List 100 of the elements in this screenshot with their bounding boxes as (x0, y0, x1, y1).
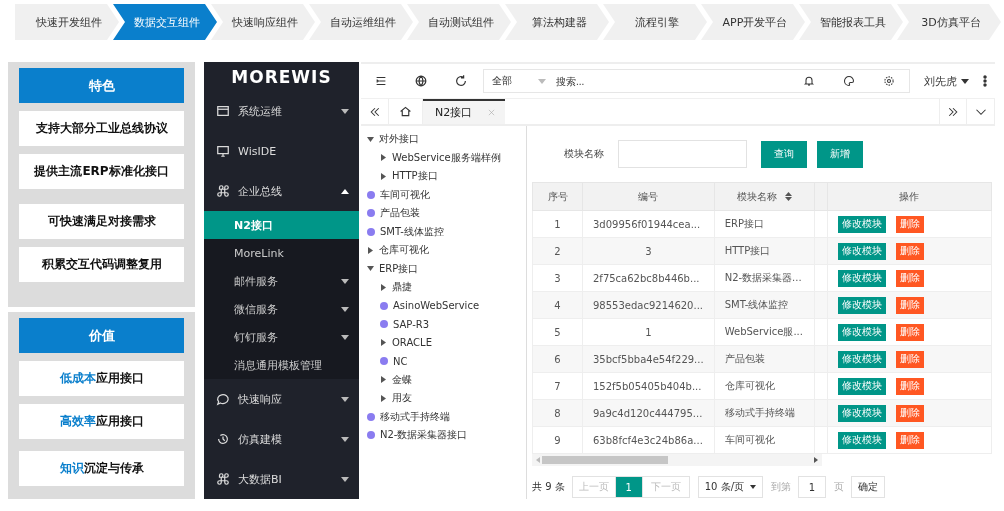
step-tab[interactable]: 快速开发组件 (15, 4, 119, 40)
tree-item[interactable]: 金蝶 (361, 370, 526, 389)
step-tab[interactable]: 3D仿真平台 (897, 4, 1001, 40)
add-button[interactable]: 新增 (817, 140, 863, 168)
info-dot-icon (380, 357, 388, 366)
table-cell: 1 (582, 318, 715, 346)
scroll-right-button[interactable] (939, 99, 967, 124)
table-cell: 产品包装 (714, 345, 815, 373)
sidebar-item[interactable]: MoreLink (204, 239, 359, 267)
more-icon (983, 75, 987, 87)
tree-item[interactable]: SAP-R3 (361, 315, 526, 334)
table-cell: 4 (532, 291, 583, 319)
section-header: 价值 (19, 318, 184, 354)
arrow-left-icon (536, 457, 540, 463)
triangle-icon (380, 376, 387, 384)
caret-icon (538, 78, 546, 84)
feature-item: 可快速满足对接需求 (19, 204, 184, 239)
tree-item[interactable]: 产品包装 (361, 204, 526, 223)
goto-page-field[interactable]: 1 (798, 476, 826, 498)
value-item: 高效率应用接口 (19, 404, 184, 440)
confirm-button[interactable]: 确定 (851, 476, 885, 498)
table-cell: 9a9c4d120c444795... (582, 399, 715, 427)
step-tab[interactable]: 流程引擎 (603, 4, 707, 40)
tree-item[interactable]: N2-数据采集器接口 (361, 426, 526, 445)
column-header[interactable]: 模块名称 (714, 182, 815, 211)
tree-item[interactable]: 鼎捷 (361, 278, 526, 297)
table-cell: 5 (532, 318, 583, 346)
edit-button[interactable]: 修改模块 (837, 404, 886, 422)
tree-item[interactable]: WebService服务端样例 (361, 148, 526, 167)
edit-button[interactable]: 修改模块 (837, 377, 886, 395)
page-tab[interactable]: N2接口 (423, 99, 506, 124)
section-header: 特色 (19, 68, 184, 103)
tree-item[interactable]: HTTP接口 (361, 167, 526, 186)
table-cell: 9 (532, 426, 583, 454)
triangle-icon (380, 283, 387, 291)
user-menu[interactable]: 刘先虎 (910, 73, 975, 89)
search-bar[interactable]: 全部 搜索... (483, 69, 910, 93)
step-tab[interactable]: 数据交互组件 (113, 4, 217, 40)
edit-button[interactable]: 修改模块 (837, 269, 886, 287)
sidebar-item[interactable]: 消息通用模板管理 (204, 351, 359, 379)
sidebar-item[interactable]: N2接口 (204, 211, 359, 239)
tree-item[interactable]: NC (361, 352, 526, 371)
goto-label: 到第 (771, 480, 791, 494)
table-cell: 2 (532, 237, 583, 265)
sidebar-group[interactable]: 系统运维 (204, 91, 359, 131)
edit-button[interactable]: 修改模块 (837, 296, 886, 314)
table-cell: 1 (532, 210, 583, 238)
tree-item[interactable]: ORACLE (361, 333, 526, 352)
triangle-icon (380, 339, 387, 347)
step-tab[interactable]: 快速响应组件 (211, 4, 315, 40)
tree-item[interactable]: 对外接口 (361, 130, 526, 149)
edit-button[interactable]: 修改模块 (837, 350, 886, 368)
scope-dropdown[interactable]: 全部 (484, 74, 554, 88)
sidebar-item[interactable]: 钉钉服务 (204, 323, 359, 351)
globe-icon (414, 74, 428, 88)
tree-item[interactable]: 车间可视化 (361, 185, 526, 204)
tree-item[interactable]: 用友 (361, 389, 526, 408)
sidebar-group[interactable]: 企业总线 (204, 171, 359, 211)
value-item: 知识沉淀与传承 (19, 451, 184, 487)
step-tab[interactable]: APP开发平台 (701, 4, 805, 40)
sidebar-item[interactable]: 邮件服务 (204, 267, 359, 295)
step-tab[interactable]: 自动测试组件 (407, 4, 511, 40)
triangle-icon (380, 154, 387, 162)
indent-icon (374, 74, 388, 88)
page-number-button[interactable]: 1 (614, 476, 643, 498)
edit-button[interactable]: 修改模块 (837, 431, 886, 449)
filter-label: 模块名称 (564, 147, 604, 161)
edit-button[interactable]: 修改模块 (837, 242, 886, 260)
sort-icon (784, 192, 792, 201)
query-button[interactable]: 查询 (761, 140, 807, 168)
step-tab[interactable]: 算法构建器 (505, 4, 609, 40)
bell-icon (803, 75, 815, 87)
chat-icon (216, 392, 230, 406)
tree-item[interactable]: AsinoWebService (361, 296, 526, 315)
page-size-dropdown[interactable]: 10 条/页 (697, 476, 763, 498)
sidebar-group[interactable]: 快速响应 (204, 379, 359, 419)
column-header: 序号 (532, 182, 583, 211)
tree-item[interactable]: SMT-线体监控 (361, 222, 526, 241)
tree-item[interactable]: ERP接口 (361, 259, 526, 278)
table-cell: 3d09956f01944cea... (582, 210, 715, 238)
table-cell: 2f75ca62bc8b446b... (582, 264, 715, 292)
table-cell: 移动式手持终端 (714, 399, 815, 427)
sidebar-group[interactable]: 仿真建模 (204, 419, 359, 459)
horizontal-scrollbar[interactable] (532, 454, 822, 466)
table-cell: 63b8fcf4e3c24b86a... (582, 426, 715, 454)
sidebar-group[interactable]: WisIDE (204, 131, 359, 171)
sidebar-item[interactable]: 微信服务 (204, 295, 359, 323)
step-tab[interactable]: 智能报表工具 (799, 4, 903, 40)
edit-button[interactable]: 修改模块 (837, 215, 886, 233)
double-chevron-right-icon (947, 105, 959, 118)
tree-item[interactable]: 仓库可视化 (361, 241, 526, 260)
module-name-field[interactable] (618, 140, 747, 168)
sidebar-group[interactable]: 大数据BI (204, 459, 359, 499)
tree-item[interactable]: 移动式手持终端 (361, 407, 526, 426)
edit-button[interactable]: 修改模块 (837, 323, 886, 341)
scrollbar-thumb[interactable] (542, 456, 668, 464)
step-tab[interactable]: 自动运维组件 (309, 4, 413, 40)
logo: MOREWIS (230, 65, 333, 89)
total-count: 共 9 条 (532, 480, 565, 494)
arrow-right-icon (814, 457, 818, 463)
